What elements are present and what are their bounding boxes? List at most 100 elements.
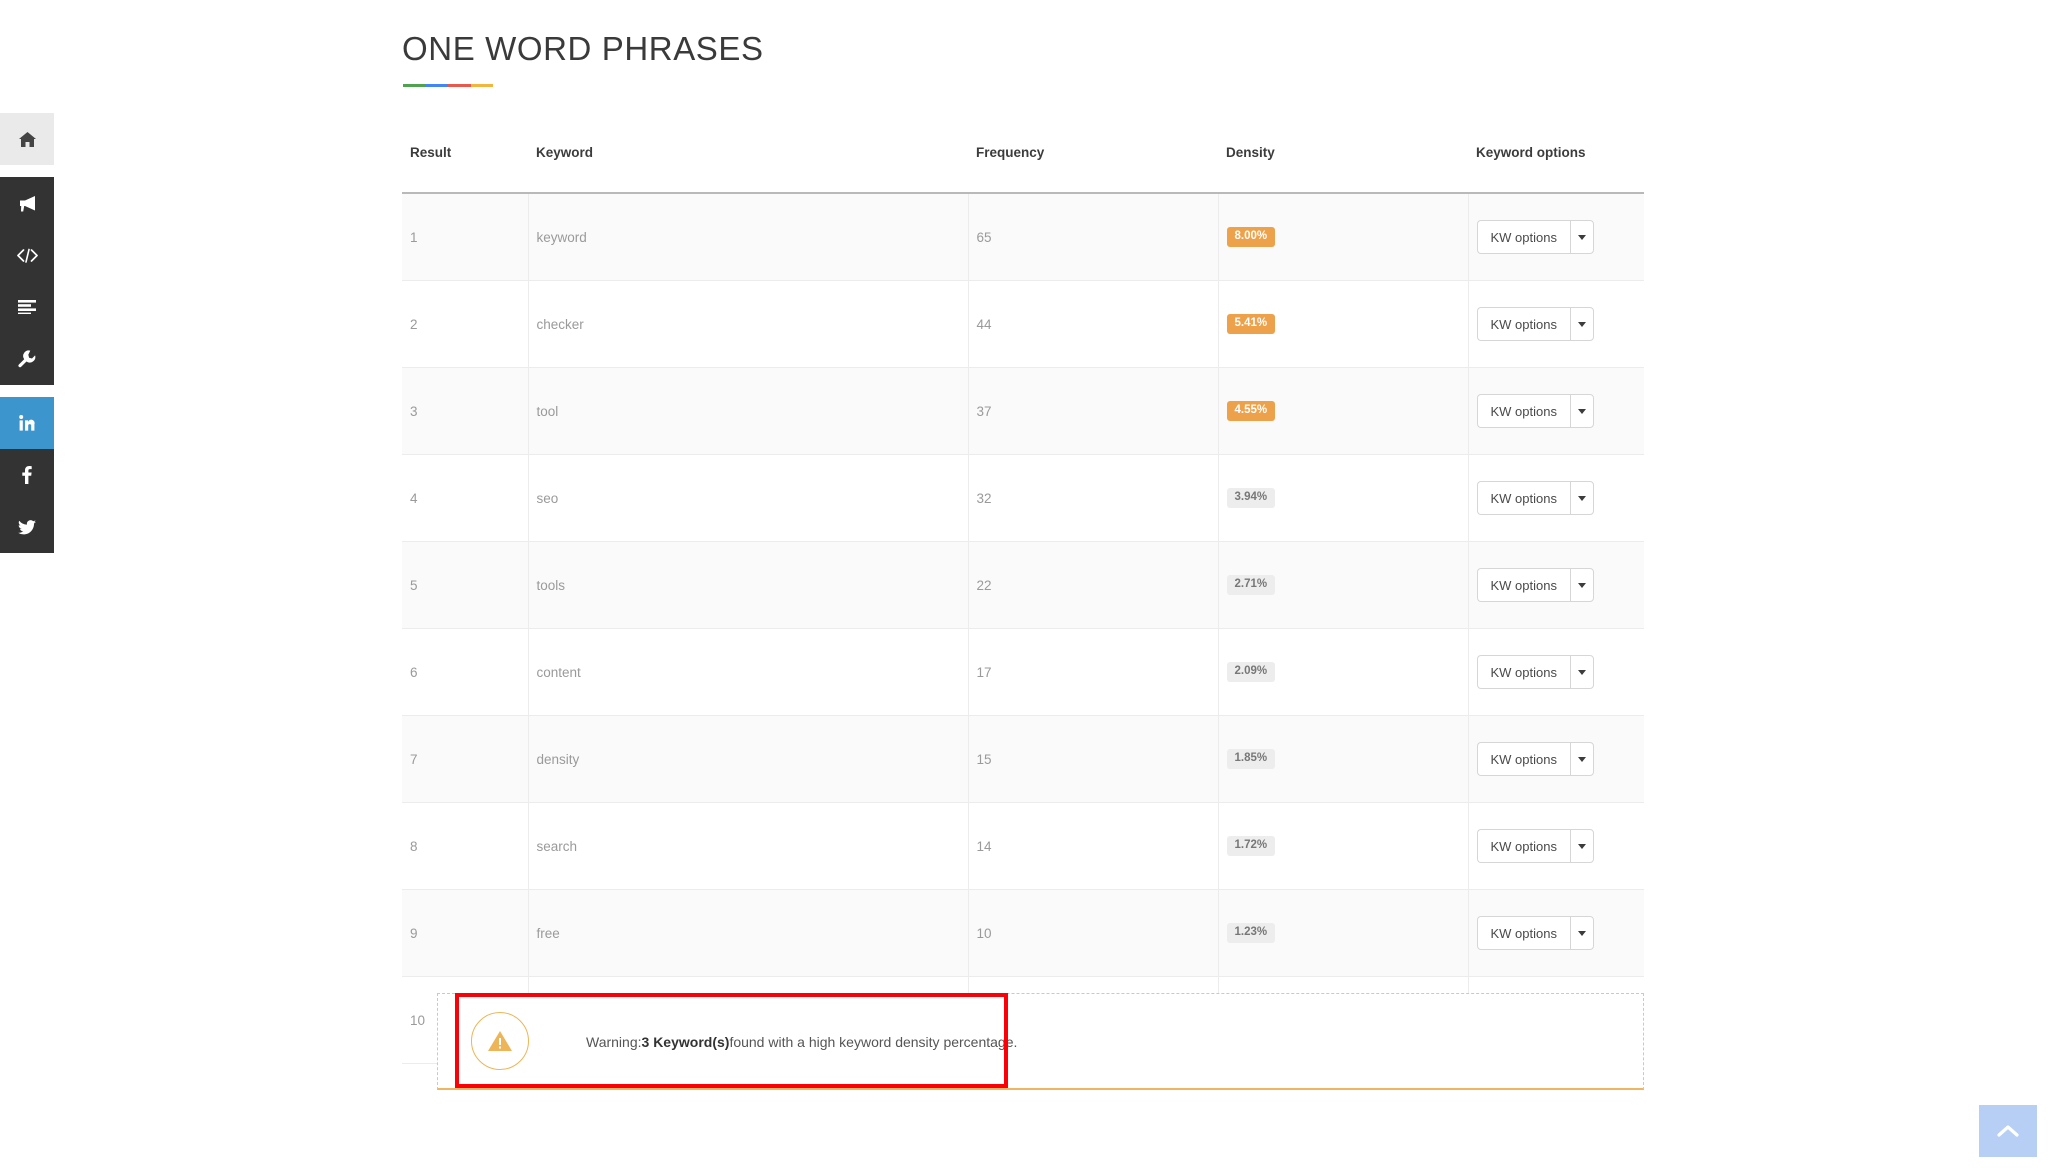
chevron-down-icon [1577,582,1586,588]
chevron-down-icon [1577,234,1586,240]
kw-options-dropdown-toggle[interactable] [1569,916,1594,950]
kw-options-button[interactable]: KW options [1476,220,1570,254]
cell-frequency: 15 [968,715,1219,803]
kw-options-dropdown-toggle[interactable] [1569,307,1594,341]
cell-result: 7 [402,715,529,803]
code-icon [16,248,38,263]
cell-result: 3 [402,367,529,455]
density-badge-normal: 1.72% [1226,835,1276,857]
table-row: 6 content 17 2.09% KW options [402,628,1644,716]
cell-result: 9 [402,889,529,977]
warning-prefix: Warning: [586,1033,642,1050]
table-row: 1 keyword 65 8.00% KW options [402,193,1644,281]
title-underline-segment-1 [425,84,448,87]
cell-density: 1.23% [1218,889,1469,977]
chevron-down-icon [1577,669,1586,675]
column-header-result: Result [402,145,528,194]
title-underline-segment-0 [403,84,426,87]
cell-keyword: content [528,628,969,716]
kw-options-button[interactable]: KW options [1476,829,1570,863]
home-icon [18,131,36,147]
cell-frequency: 22 [968,541,1219,629]
cell-keyword: keyword [528,193,969,281]
cell-frequency: 10 [968,889,1219,977]
warning-panel: Warning: 3 Keyword(s) found with a high … [437,993,1644,1090]
kw-options-dropdown-toggle[interactable] [1569,481,1594,515]
facebook-icon [22,466,32,484]
kw-options-button[interactable]: KW options [1476,742,1570,776]
cell-keyword: tool [528,367,969,455]
cell-keyword-options: KW options [1468,541,1644,629]
sidebar-item-linkedin[interactable] [0,397,54,449]
table-row: 7 density 15 1.85% KW options [402,715,1644,803]
kw-options-group: KW options [1476,916,1594,950]
kw-options-dropdown-toggle[interactable] [1569,742,1594,776]
kw-options-group: KW options [1476,568,1594,602]
kw-options-group: KW options [1476,655,1594,689]
cell-keyword-options: KW options [1468,715,1644,803]
cell-frequency: 44 [968,280,1219,368]
page-content: ONE WORD PHRASES Result Keyword Frequenc… [0,0,2048,1171]
kw-options-button[interactable]: KW options [1476,481,1570,515]
cell-density: 2.71% [1218,541,1469,629]
cell-keyword: tools [528,541,969,629]
cell-keyword-options: KW options [1468,280,1644,368]
kw-options-dropdown-toggle[interactable] [1569,394,1594,428]
scroll-to-top-button[interactable] [1979,1105,2037,1157]
density-badge-normal: 2.09% [1226,661,1276,683]
warning-suffix: found with a high keyword density percen… [729,1033,1018,1050]
chevron-down-icon [1577,321,1586,327]
kw-options-button[interactable]: KW options [1476,916,1570,950]
sidebar-item-home[interactable] [0,113,54,165]
cell-keyword: density [528,715,969,803]
chevron-up-icon [1997,1125,2019,1137]
cell-frequency: 65 [968,193,1219,281]
sidebar-group-1 [0,177,54,385]
kw-options-dropdown-toggle[interactable] [1569,220,1594,254]
cell-result: 1 [402,193,529,281]
table-body: 1 keyword 65 8.00% KW options 2 checker 44 5.41%… [402,193,1644,1064]
sidebar-item-list[interactable] [0,281,54,333]
kw-options-group: KW options [1476,481,1594,515]
kw-options-group: KW options [1476,394,1594,428]
cell-keyword-options: KW options [1468,193,1644,281]
kw-options-button[interactable]: KW options [1476,568,1570,602]
table-row: 9 free 10 1.23% KW options [402,889,1644,977]
density-badge-normal: 1.23% [1226,922,1276,944]
cell-density: 1.72% [1218,802,1469,890]
chevron-down-icon [1577,408,1586,414]
cell-density: 2.09% [1218,628,1469,716]
cell-frequency: 14 [968,802,1219,890]
cell-keyword: seo [528,454,969,542]
chevron-down-icon [1577,930,1586,936]
kw-options-dropdown-toggle[interactable] [1569,655,1594,689]
sidebar-item-code[interactable] [0,229,54,281]
cell-keyword: free [528,889,969,977]
kw-options-button[interactable]: KW options [1476,394,1570,428]
sidebar-item-tools[interactable] [0,333,54,385]
cell-keyword-options: KW options [1468,628,1644,716]
kw-options-button[interactable]: KW options [1476,655,1570,689]
left-sidebar [0,113,54,553]
cell-keyword-options: KW options [1468,802,1644,890]
sidebar-divider-0 [0,165,54,177]
cell-density: 1.85% [1218,715,1469,803]
sidebar-item-announce[interactable] [0,177,54,229]
column-header-keyword-options: Keyword options [1468,145,1644,194]
page-title: ONE WORD PHRASES [402,30,764,67]
kw-options-dropdown-toggle[interactable] [1569,568,1594,602]
kw-options-button[interactable]: KW options [1476,307,1570,341]
kw-options-dropdown-toggle[interactable] [1569,829,1594,863]
density-badge-high: 5.41% [1226,313,1276,335]
kw-options-group: KW options [1476,220,1594,254]
cell-keyword: search [528,802,969,890]
title-underline-segment-3 [470,84,493,87]
wrench-icon [18,350,36,368]
sidebar-item-twitter[interactable] [0,501,54,553]
sidebar-item-facebook[interactable] [0,449,54,501]
megaphone-icon [18,195,37,212]
table-row: 4 seo 32 3.94% KW options [402,454,1644,542]
sidebar-group-0 [0,113,54,165]
twitter-icon [18,519,36,535]
cell-result: 5 [402,541,529,629]
